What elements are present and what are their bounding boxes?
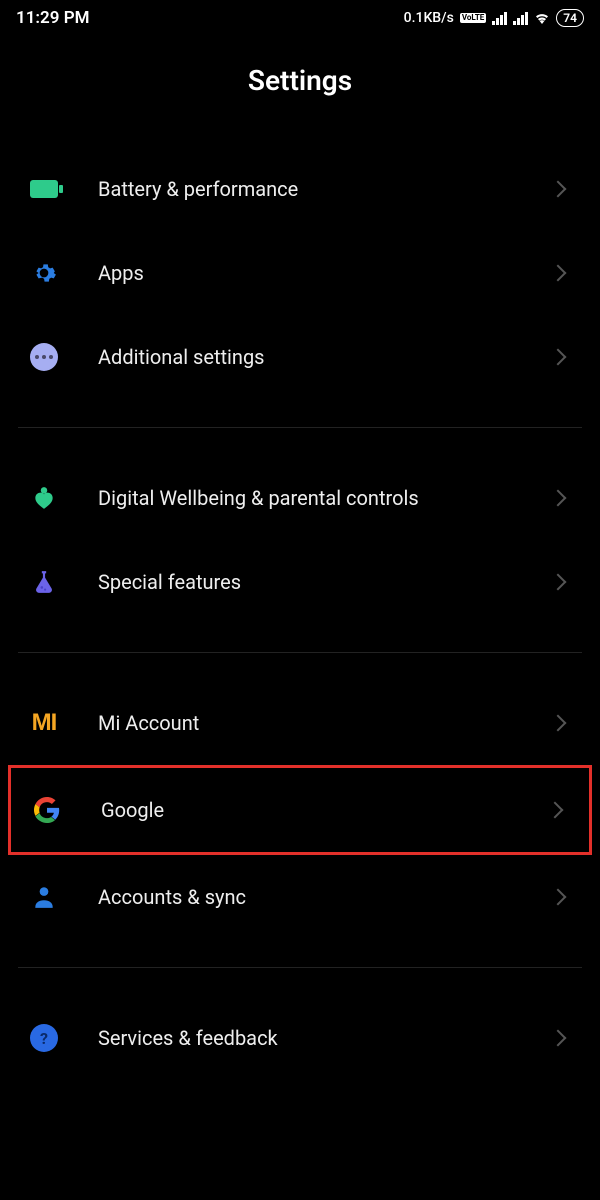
chevron-right-icon	[550, 349, 567, 366]
settings-item-label: Digital Wellbeing & parental controls	[98, 485, 552, 512]
gear-icon	[26, 255, 62, 291]
settings-item-google[interactable]: Google	[8, 765, 592, 855]
dots-icon	[26, 339, 62, 375]
wellbeing-icon	[26, 480, 62, 516]
settings-item-label: Google	[101, 797, 549, 824]
help-icon: ?	[26, 1020, 62, 1056]
page-header: Settings	[0, 36, 600, 147]
person-icon	[26, 879, 62, 915]
status-bar: 11:29 PM 0.1KB/s VoLTE 74	[0, 0, 600, 36]
chevron-right-icon	[550, 1030, 567, 1047]
divider	[18, 652, 582, 653]
settings-item-label: Accounts & sync	[98, 884, 552, 911]
settings-item-label: Apps	[98, 260, 552, 287]
page-title: Settings	[0, 64, 600, 97]
network-speed: 0.1KB/s	[404, 10, 454, 26]
settings-item-label: Battery & performance	[98, 176, 552, 203]
settings-item-battery-performance[interactable]: Battery & performance	[18, 147, 582, 231]
settings-list: Battery & performance Apps Additional se…	[0, 147, 600, 1080]
settings-item-special-features[interactable]: Special features	[18, 540, 582, 624]
flask-icon	[26, 564, 62, 600]
divider	[18, 967, 582, 968]
settings-item-label: Mi Account	[98, 710, 552, 737]
chevron-right-icon	[547, 802, 564, 819]
settings-item-apps[interactable]: Apps	[18, 231, 582, 315]
settings-item-additional-settings[interactable]: Additional settings	[18, 315, 582, 399]
chevron-right-icon	[550, 265, 567, 282]
wifi-icon	[534, 10, 550, 26]
google-icon	[29, 792, 65, 828]
chevron-right-icon	[550, 889, 567, 906]
status-indicators: 0.1KB/s VoLTE 74	[404, 9, 584, 27]
divider	[18, 427, 582, 428]
signal-icon-1	[492, 11, 507, 25]
volte-icon: VoLTE	[460, 13, 486, 23]
chevron-right-icon	[550, 574, 567, 591]
settings-item-mi-account[interactable]: MI Mi Account	[18, 681, 582, 765]
battery-icon	[26, 171, 62, 207]
chevron-right-icon	[550, 181, 567, 198]
signal-icon-2	[513, 11, 528, 25]
chevron-right-icon	[550, 490, 567, 507]
settings-item-accounts-sync[interactable]: Accounts & sync	[18, 855, 582, 939]
battery-indicator: 74	[556, 9, 584, 27]
settings-item-label: Services & feedback	[98, 1025, 552, 1052]
settings-item-label: Additional settings	[98, 344, 552, 371]
settings-item-digital-wellbeing[interactable]: Digital Wellbeing & parental controls	[18, 456, 582, 540]
settings-item-services-feedback[interactable]: ? Services & feedback	[18, 996, 582, 1080]
status-time: 11:29 PM	[16, 8, 90, 28]
settings-item-label: Special features	[98, 569, 552, 596]
chevron-right-icon	[550, 715, 567, 732]
mi-icon: MI	[26, 705, 62, 741]
